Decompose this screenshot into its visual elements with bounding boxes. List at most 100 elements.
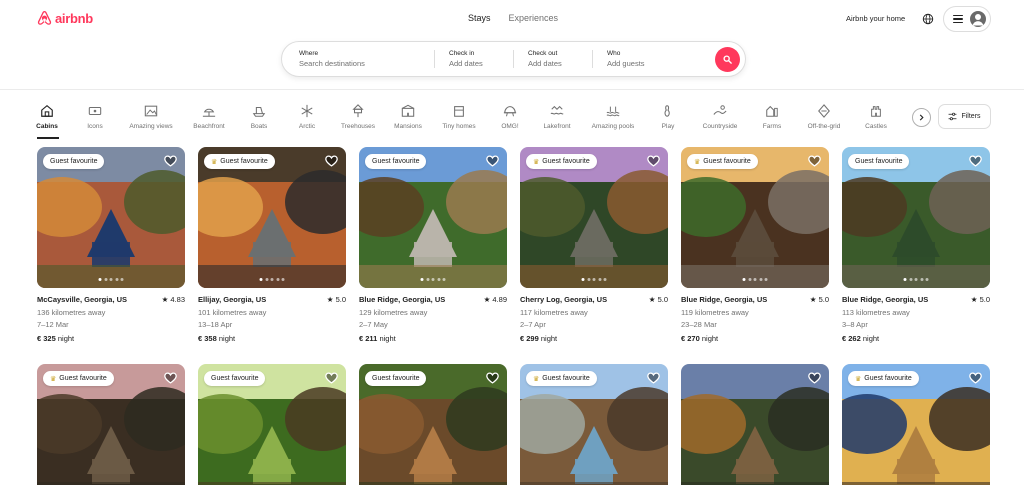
bowling-icon (664, 105, 670, 117)
listing-photo[interactable]: Guest favourite (359, 147, 507, 288)
heart-icon[interactable] (325, 155, 338, 167)
avatar-icon (970, 11, 986, 27)
search-icon (723, 55, 732, 64)
heart-icon[interactable] (325, 372, 338, 384)
star-icon: ★ (648, 295, 658, 304)
listing-distance: 113 kilometres away (842, 307, 910, 317)
badge-label: Guest favourite (703, 158, 751, 165)
listing-card[interactable] (681, 364, 829, 485)
category-lakefront[interactable]: Lakefront (527, 104, 587, 130)
airbnb-your-home-link[interactable]: Airbnb your home (846, 14, 905, 23)
user-menu-button[interactable] (943, 6, 991, 32)
categories-next-button[interactable] (912, 108, 931, 127)
listing-card[interactable]: ♛ Guest favourite (842, 364, 990, 485)
category-label: Castles (865, 123, 887, 130)
listing-card[interactable]: ♛ Guest favourite (37, 364, 185, 485)
listing-card[interactable]: Guest favourite McCaysville, Georgia, US ★… (37, 147, 185, 345)
photo-carousel-dots[interactable] (742, 278, 768, 281)
search-where-field[interactable]: Where Search destinations (282, 42, 434, 76)
heart-icon[interactable] (808, 372, 821, 384)
listing-rating: ★ 4.89 (484, 294, 507, 307)
chevron-right-icon (919, 114, 924, 121)
heart-icon[interactable] (969, 155, 982, 167)
price-value: € 211 (359, 333, 378, 343)
category-label: Farms (762, 123, 782, 130)
price-value: € 325 (37, 333, 56, 343)
pool-icon (606, 106, 620, 117)
heart-icon[interactable] (486, 372, 499, 384)
listing-card[interactable]: ♛ Guest favourite (520, 364, 668, 485)
airbnb-logo[interactable]: airbnb (37, 10, 93, 26)
badge-label: Guest favourite (542, 375, 590, 382)
listing-photo[interactable]: Guest favourite (842, 147, 990, 288)
category-countryside[interactable]: Countryside (690, 104, 750, 130)
listing-photo[interactable]: Guest favourite (198, 364, 346, 485)
guest-favourite-badge: ♛ Guest favourite (43, 371, 114, 386)
photo-carousel-dots[interactable] (903, 278, 929, 281)
listing-photo[interactable]: Guest favourite (37, 147, 185, 288)
photo-carousel-dots[interactable] (259, 278, 285, 281)
badge-label: Guest favourite (372, 158, 420, 165)
listing-price: € 262 night (842, 333, 990, 346)
heart-icon[interactable] (647, 372, 660, 384)
beach-icon (202, 108, 216, 117)
lake-icon (550, 105, 564, 115)
star-icon: ★ (970, 295, 980, 304)
listing-card[interactable]: Guest favourite (359, 364, 507, 485)
heart-icon[interactable] (486, 155, 499, 167)
category-amazing-views[interactable]: Amazing views (121, 104, 181, 130)
listing-distance: 101 kilometres away (198, 307, 267, 317)
category-label: Arctic (298, 123, 316, 130)
heart-icon[interactable] (647, 155, 660, 167)
heart-icon[interactable] (808, 155, 821, 167)
tab-experiences[interactable]: Experiences (509, 13, 559, 23)
filters-button[interactable]: Filters (938, 104, 991, 129)
search-checkin-field[interactable]: Check in Add dates (435, 42, 513, 76)
category-icons[interactable]: Icons (65, 104, 125, 130)
category-label: Beachfront (193, 123, 225, 130)
rating-value: 4.89 (492, 295, 507, 304)
listing-card[interactable]: Guest favourite Blue Ridge, Georgia, US ★ … (842, 147, 990, 345)
category-castles[interactable]: Castles (846, 104, 906, 130)
category-label: Amazing pools (591, 123, 635, 130)
price-value: € 262 (842, 333, 861, 343)
listing-card[interactable]: ♛ Guest favourite Ellijay, Georgia, US ★ 5.… (198, 147, 346, 345)
category-farms[interactable]: Farms (742, 104, 802, 130)
listing-card[interactable]: ♛ Guest favourite Blue Ridge, Georgia, US ★… (681, 147, 829, 345)
listing-card[interactable]: Guest favourite (198, 364, 346, 485)
listing-photo[interactable]: Guest favourite (359, 364, 507, 485)
listing-photo[interactable] (681, 364, 829, 485)
category-amazing-pools[interactable]: Amazing pools (583, 104, 643, 130)
listing-photo[interactable]: ♛ Guest favourite (681, 147, 829, 288)
listing-photo[interactable]: ♛ Guest favourite (37, 364, 185, 485)
heart-icon[interactable] (969, 372, 982, 384)
category-off-the-grid[interactable]: Off-the-grid (794, 104, 854, 130)
search-who-field[interactable]: Who Add guests (593, 42, 713, 76)
checkin-placeholder: Add dates (449, 59, 483, 68)
category-play[interactable]: Play (638, 104, 698, 130)
listing-card[interactable]: ♛ Guest favourite Cherry Log, Georgia, US ★… (520, 147, 668, 345)
category-label: Play (661, 123, 675, 130)
listing-photo[interactable]: ♛ Guest favourite (520, 364, 668, 485)
listing-photo[interactable]: ♛ Guest favourite (520, 147, 668, 288)
listing-location: Ellijay, Georgia, US (198, 295, 267, 304)
search-button[interactable] (715, 47, 740, 72)
listing-photo[interactable]: ♛ Guest favourite (198, 147, 346, 288)
tab-stays[interactable]: Stays (468, 13, 491, 23)
category-label: Off-the-grid (807, 123, 841, 130)
photo-carousel-dots[interactable] (420, 278, 446, 281)
listing-photo[interactable]: ♛ Guest favourite (842, 364, 990, 485)
listing-info: Blue Ridge, Georgia, US ★ 5.0 119 kilometr… (681, 294, 829, 345)
price-value: € 270 (681, 333, 700, 343)
brand-name: airbnb (55, 10, 93, 26)
globe-icon[interactable] (922, 13, 934, 25)
heart-icon[interactable] (164, 372, 177, 384)
rating-value: 5.0 (657, 295, 668, 304)
photo-carousel-dots[interactable] (98, 278, 124, 281)
listing-dates: 23–28 Mar (681, 320, 717, 329)
listing-card[interactable]: Guest favourite Blue Ridge, Georgia, US ★ … (359, 147, 507, 345)
rating-value: 5.0 (335, 295, 346, 304)
search-checkout-field[interactable]: Check out Add dates (514, 42, 592, 76)
heart-icon[interactable] (164, 155, 177, 167)
photo-carousel-dots[interactable] (581, 278, 607, 281)
